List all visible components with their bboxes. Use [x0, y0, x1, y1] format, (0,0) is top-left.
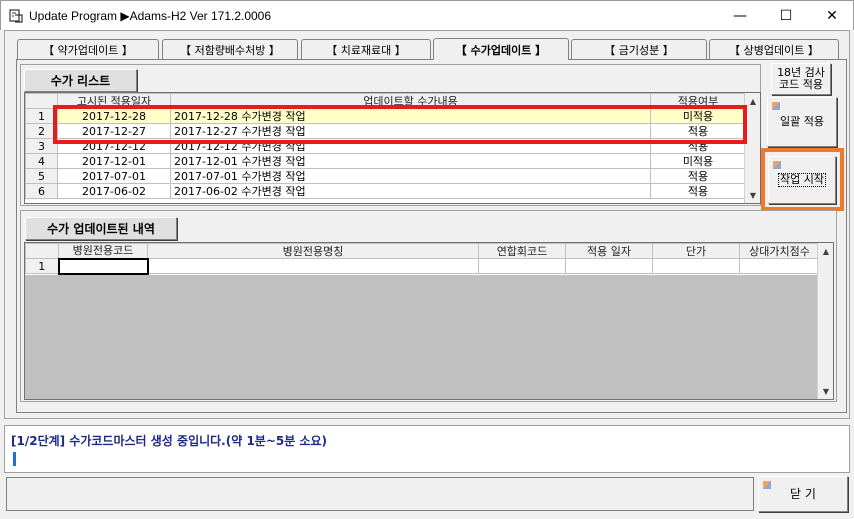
status-cell: 적용: [650, 168, 746, 184]
table-row[interactable]: 1: [25, 257, 820, 275]
status-cell: 적용: [650, 123, 746, 139]
bottom-message-field: [6, 477, 754, 511]
tab-label: 【 약가업데이트 】: [43, 43, 133, 57]
maximize-icon: ☐: [779, 8, 793, 24]
table-row[interactable]: 5 2017-07-01 2017-07-01 수가변경 작업 적용: [25, 168, 746, 184]
tab-label: 【 저함량배수처방 】: [180, 43, 280, 57]
tab-drug-update[interactable]: 【 약가업데이트 】: [17, 39, 159, 59]
content-cell: 2017-06-02 수가변경 작업: [170, 183, 651, 199]
tab-contraindication[interactable]: 【 금기성분 】: [571, 39, 707, 59]
start-work-label: 작업 시작: [778, 173, 826, 187]
apply-18-test-code-button[interactable]: 18년 검사 코드 적용: [771, 63, 831, 95]
status-message: [1/2단계] 수가코드마스터 생성 중입니다.(약 1분~5분 소요): [11, 434, 328, 448]
column-header[interactable]: 업데이트할 수가내용: [170, 93, 651, 109]
column-header[interactable]: 병원전용코드: [58, 243, 148, 259]
table-row[interactable]: 3 2017-12-12 2017-12-12 수가변경 작업 적용: [25, 138, 746, 154]
scroll-up-icon[interactable]: ▲: [818, 243, 833, 259]
column-header[interactable]: 적용여부: [650, 93, 746, 109]
close-button[interactable]: 닫 기: [758, 476, 848, 512]
scroll-up-icon[interactable]: ▲: [745, 93, 760, 109]
hospital-code-cell[interactable]: [57, 257, 149, 275]
tab-fee-update[interactable]: 【 수가업데이트 】: [433, 38, 569, 60]
apply-date-cell[interactable]: [565, 258, 653, 274]
tab-label: 【 수가업데이트 】: [455, 43, 547, 57]
column-header: [25, 243, 59, 259]
hospital-name-cell[interactable]: [147, 258, 479, 274]
table-row[interactable]: 6 2017-06-02 2017-06-02 수가변경 작업 적용: [25, 183, 746, 199]
tab-treatment-material[interactable]: 【 치료재료대 】: [301, 39, 431, 59]
row-number: 1: [25, 258, 59, 274]
close-button-label: 닫 기: [790, 487, 816, 501]
status-area: [1/2단계] 수가코드마스터 생성 중입니다.(약 1분~5분 소요): [4, 425, 850, 473]
row-number: 4: [25, 153, 58, 169]
content-cell: 2017-12-01 수가변경 작업: [170, 153, 651, 169]
column-header[interactable]: 적용 일자: [565, 243, 653, 259]
text-cursor: [13, 452, 16, 466]
tab-low-dose[interactable]: 【 저함량배수처방 】: [162, 39, 298, 59]
bulk-apply-button[interactable]: 일괄 적용: [767, 97, 837, 147]
start-work-button[interactable]: 작업 시작: [768, 156, 836, 204]
status-cell: 미적용: [650, 153, 746, 169]
column-header[interactable]: 단가: [652, 243, 740, 259]
scroll-down-icon[interactable]: ▼: [745, 187, 760, 203]
fee-list-header-row: 고시된 적용일자 업데이트할 수가내용 적용여부: [25, 93, 746, 109]
content-cell: 2017-12-12 수가변경 작업: [170, 138, 651, 154]
column-header[interactable]: 병원전용명칭: [147, 243, 479, 259]
date-cell: 2017-12-01: [57, 153, 171, 169]
minimize-icon: —: [733, 8, 747, 24]
apply-icon: [772, 102, 780, 110]
table-row[interactable]: 4 2017-12-01 2017-12-01 수가변경 작업 미적용: [25, 153, 746, 169]
table-row[interactable]: 1 2017-12-28 2017-12-28 수가변경 작업 미적용: [25, 108, 746, 124]
table-row[interactable]: 2 2017-12-27 2017-12-27 수가변경 작업 적용: [25, 123, 746, 139]
tab-label: 【 치료재료대 】: [326, 43, 406, 57]
close-button-icon: [763, 481, 771, 489]
content-cell: 2017-07-01 수가변경 작업: [170, 168, 651, 184]
title-bar: Update Program ▶Adams-H2 Ver 171.2.0006 …: [0, 0, 854, 30]
column-header[interactable]: 상대가치점수: [739, 243, 820, 259]
fee-list-header: 수가 리스트: [24, 69, 137, 92]
row-number: 6: [25, 183, 58, 199]
status-cell: 미적용: [650, 108, 746, 124]
fee-list-grid[interactable]: 고시된 적용일자 업데이트할 수가내용 적용여부 1 2017-12-28 20…: [24, 92, 761, 204]
start-icon: [773, 161, 781, 169]
fee-list-scrollbar[interactable]: ▲ ▼: [744, 93, 760, 203]
maximize-button[interactable]: ☐: [763, 1, 809, 31]
tab-label: 【 상병업데이트 】: [729, 43, 819, 57]
scroll-down-icon[interactable]: ▼: [818, 383, 833, 399]
updated-list-header: 수가 업데이트된 내역: [25, 217, 177, 240]
app-icon: [9, 9, 23, 23]
content-cell: 2017-12-27 수가변경 작업: [170, 123, 651, 139]
status-cell: 적용: [650, 138, 746, 154]
date-cell: 2017-12-28: [57, 108, 171, 124]
association-code-cell[interactable]: [478, 258, 566, 274]
column-header[interactable]: 고시된 적용일자: [57, 93, 171, 109]
updated-list-scrollbar[interactable]: ▲ ▼: [817, 243, 833, 399]
column-header: [25, 93, 58, 109]
unit-price-cell[interactable]: [652, 258, 740, 274]
content-cell: 2017-12-28 수가변경 작업: [170, 108, 651, 124]
date-cell: 2017-12-27: [57, 123, 171, 139]
close-icon: ✕: [826, 8, 838, 24]
date-cell: 2017-06-02: [57, 183, 171, 199]
window-title: Update Program ▶Adams-H2 Ver 171.2.0006: [29, 9, 272, 23]
row-number: 1: [25, 108, 58, 124]
date-cell: 2017-12-12: [57, 138, 171, 154]
bulk-apply-label: 일괄 적용: [780, 115, 824, 128]
updated-list-header-row: 병원전용코드 병원전용명칭 연합회코드 적용 일자 단가 상대가치점수: [25, 243, 820, 259]
row-number: 2: [25, 123, 58, 139]
date-cell: 2017-07-01: [57, 168, 171, 184]
updated-list-grid[interactable]: 병원전용코드 병원전용명칭 연합회코드 적용 일자 단가 상대가치점수 1 ▲ …: [24, 242, 834, 400]
tab-label: 【 금기성분 】: [604, 43, 674, 57]
column-header[interactable]: 연합회코드: [478, 243, 566, 259]
row-number: 3: [25, 138, 58, 154]
status-cell: 적용: [650, 183, 746, 199]
close-window-button[interactable]: ✕: [809, 1, 854, 31]
tab-disease-update[interactable]: 【 상병업데이트 】: [709, 39, 839, 59]
row-number: 5: [25, 168, 58, 184]
minimize-button[interactable]: —: [717, 1, 763, 31]
relative-value-cell[interactable]: [739, 258, 820, 274]
